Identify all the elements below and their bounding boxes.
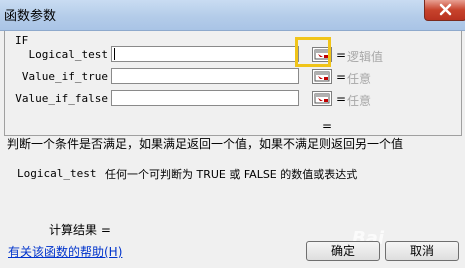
value-if-false-ref-button[interactable] bbox=[312, 91, 332, 106]
arg-hint-logical-test: 逻辑值 bbox=[347, 50, 384, 64]
window-title: 函数参数 bbox=[4, 9, 57, 24]
text-cursor bbox=[114, 48, 115, 60]
equals-sign: = bbox=[336, 48, 347, 62]
value-if-true-ref-button[interactable] bbox=[312, 69, 332, 84]
highlight-box bbox=[295, 37, 331, 67]
function-name: IF bbox=[15, 34, 29, 47]
value-if-true-input[interactable] bbox=[111, 68, 299, 84]
arg-label-value-if-false: Value_if_false bbox=[15, 92, 108, 105]
arguments-groupbox: IF Logical_test = 逻辑值 Value_if_true = 任意… bbox=[4, 31, 462, 136]
close-button[interactable] bbox=[424, 0, 465, 21]
function-result-equals: = bbox=[322, 119, 333, 133]
cancel-button[interactable]: 取消 bbox=[385, 241, 459, 261]
ok-button[interactable]: 确定 bbox=[306, 241, 380, 261]
collapse-dialog-icon bbox=[314, 93, 330, 104]
arg-hint-value-if-false: 任意 bbox=[347, 94, 372, 108]
title-bar: 函数参数 bbox=[0, 0, 465, 31]
value-if-false-input[interactable] bbox=[111, 90, 299, 106]
param-help-text: 任何一个可判断为 TRUE 或 FALSE 的数值或表达式 bbox=[105, 168, 358, 181]
equals-sign: = bbox=[336, 70, 347, 84]
logical-test-input[interactable] bbox=[111, 46, 299, 62]
arg-hint-value-if-true: 任意 bbox=[347, 72, 372, 86]
calculation-result-label: 计算结果 = bbox=[49, 223, 111, 237]
function-help-link[interactable]: 有关该函数的帮助(H) bbox=[8, 243, 122, 260]
equals-sign: = bbox=[336, 92, 347, 106]
arg-label-value-if-true: Value_if_true bbox=[21, 70, 108, 83]
close-icon bbox=[439, 3, 452, 16]
function-description: 判断一个条件是否满足，如果满足返回一个值，如果不满足则返回另一个值 bbox=[7, 137, 404, 151]
function-arguments-dialog: IF Logical_test = 逻辑值 Value_if_true = 任意… bbox=[0, 31, 465, 268]
collapse-dialog-icon bbox=[314, 71, 330, 82]
arg-label-logical-test: Logical_test bbox=[28, 48, 108, 61]
param-help-name: Logical_test bbox=[17, 167, 97, 180]
